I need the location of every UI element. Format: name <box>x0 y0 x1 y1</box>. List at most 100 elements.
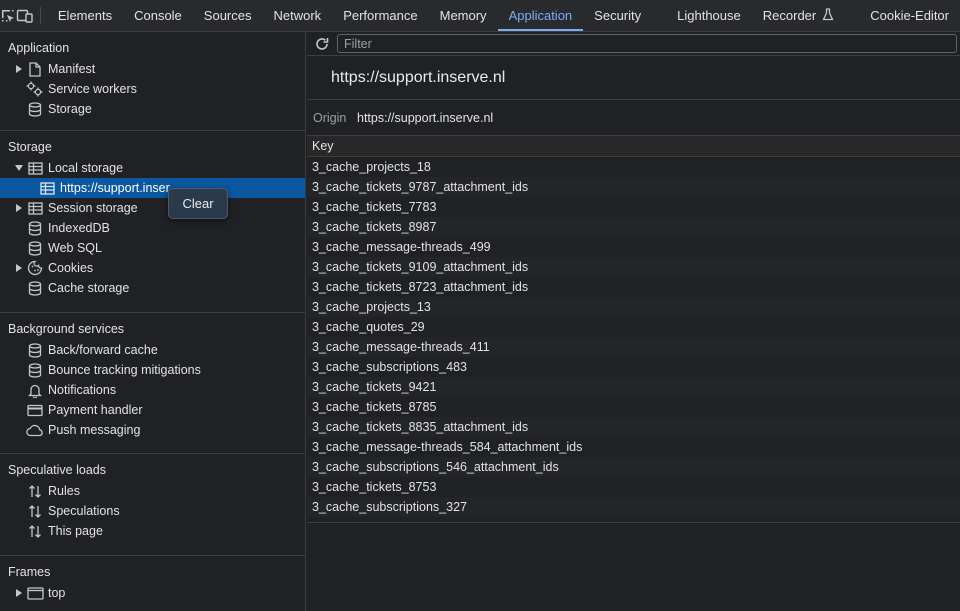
collapse-triangle-icon[interactable] <box>14 165 24 171</box>
sidebar-section-speculative-loads: Speculative loads Rules Speculations Thi… <box>0 454 305 556</box>
table-row[interactable]: 3_cache_tickets_8785 <box>307 397 960 417</box>
table-row[interactable]: 3_cache_tickets_8987 <box>307 217 960 237</box>
tab-label: Lighthouse <box>677 8 741 23</box>
tab-memory[interactable]: Memory <box>429 0 498 31</box>
column-header-key[interactable]: Key <box>307 136 960 157</box>
table-row[interactable]: 3_cache_tickets_9787_attachment_ids <box>307 177 960 197</box>
expand-triangle-icon[interactable] <box>14 589 24 597</box>
sidebar-item-label: Payment handler <box>48 403 143 417</box>
sidebar-item-label: Bounce tracking mitigations <box>48 363 201 377</box>
sidebar-item-label: Back/forward cache <box>48 343 158 357</box>
sidebar-item-label: Cookies <box>48 261 94 275</box>
sidebar-item-session-storage[interactable]: Session storage <box>0 198 305 218</box>
sidebar-item-label: Cache storage <box>48 281 130 295</box>
sidebar-item-manifest[interactable]: Manifest <box>0 59 305 79</box>
sidebar-item-notifications[interactable]: Notifications <box>0 380 305 400</box>
sidebar-item-label: This page <box>48 524 103 538</box>
table-row[interactable]: 3_cache_tickets_7783 <box>307 197 960 217</box>
sidebar-item-service-workers[interactable]: Service workers <box>0 79 305 99</box>
tab-application[interactable]: Application <box>497 0 584 31</box>
origin-heading: https://support.inserve.nl <box>307 56 960 100</box>
sidebar-item-label: top <box>48 586 66 600</box>
sidebar-section-storage: Storage Local storage https://support.in… <box>0 131 305 313</box>
filter-input[interactable] <box>337 34 957 53</box>
arrows-icon <box>26 523 44 539</box>
sidebar-item-label: Manifest <box>48 62 96 76</box>
tab-network[interactable]: Network <box>263 0 333 31</box>
table-row[interactable]: 3_cache_projects_13 <box>307 297 960 317</box>
sidebar-item-local-storage[interactable]: Local storage <box>0 158 305 178</box>
table-icon <box>26 200 44 216</box>
expand-triangle-icon[interactable] <box>14 65 24 73</box>
sidebar-item-push-messaging[interactable]: Push messaging <box>0 420 305 440</box>
sidebar-item-label: IndexedDB <box>48 221 110 235</box>
inspect-element-icon[interactable] <box>0 0 16 32</box>
sidebar-item-cookies[interactable]: Cookies <box>0 258 305 278</box>
sidebar-item-label: Local storage <box>48 161 124 175</box>
sidebar-item-bounce-tracking[interactable]: Bounce tracking mitigations <box>0 360 305 380</box>
tab-lighthouse[interactable]: Lighthouse <box>666 0 752 31</box>
sidebar-item-storage[interactable]: Storage <box>0 99 305 119</box>
table-row[interactable]: 3_cache_tickets_9421 <box>307 377 960 397</box>
table-row[interactable]: 3_cache_quotes_29 <box>307 317 960 337</box>
sidebar-item-payment-handler[interactable]: Payment handler <box>0 400 305 420</box>
device-toolbar-icon[interactable] <box>16 0 34 32</box>
sidebar-item-this-page[interactable]: This page <box>0 521 305 541</box>
sidebar-section-frames: Frames top <box>0 556 305 609</box>
tab-label: Cookie-Editor <box>870 8 949 23</box>
table-row[interactable]: 3_cache_subscriptions_327 <box>307 497 960 517</box>
sidebar-item-web-sql[interactable]: Web SQL <box>0 238 305 258</box>
toolbar-divider <box>40 7 41 24</box>
tab-label: Network <box>273 8 322 23</box>
sidebar-item-speculations[interactable]: Speculations <box>0 501 305 521</box>
tab-cookie-editor[interactable]: Cookie-Editor <box>859 0 960 31</box>
sidebar-item-frame-top[interactable]: top <box>0 583 305 603</box>
table-row[interactable]: 3_cache_tickets_9109_attachment_ids <box>307 257 960 277</box>
document-icon <box>26 61 44 77</box>
bell-icon <box>26 382 44 398</box>
tab-elements[interactable]: Elements <box>47 0 123 31</box>
tab-recorder[interactable]: Recorder <box>752 0 845 31</box>
sidebar-item-indexeddb[interactable]: IndexedDB <box>0 218 305 238</box>
tab-label: Console <box>134 8 182 23</box>
sidebar-item-label: https://support.inser <box>60 181 170 195</box>
table-row[interactable]: 3_cache_message-threads_411 <box>307 337 960 357</box>
cloud-icon <box>26 422 44 438</box>
table-row[interactable]: 3_cache_tickets_8753 <box>307 477 960 497</box>
table-row[interactable]: 3_cache_subscriptions_483 <box>307 357 960 377</box>
tab-label: Security <box>594 8 642 23</box>
tab-performance[interactable]: Performance <box>332 0 428 31</box>
sidebar-section-background-services: Background services Back/forward cache B… <box>0 313 305 454</box>
table-row[interactable]: 3_cache_message-threads_584_attachment_i… <box>307 437 960 457</box>
database-icon <box>26 280 44 296</box>
table-row[interactable]: 3_cache_tickets_8723_attachment_ids <box>307 277 960 297</box>
sidebar-item-label: Service workers <box>48 82 137 96</box>
application-sidebar: Application Manifest Service workers Sto… <box>0 32 306 611</box>
tab-security[interactable]: Security <box>583 0 652 31</box>
sidebar-item-back-forward-cache[interactable]: Back/forward cache <box>0 340 305 360</box>
sidebar-item-local-storage-origin[interactable]: https://support.inser <box>0 178 305 198</box>
clear-tooltip[interactable]: Clear <box>168 188 228 219</box>
expand-triangle-icon[interactable] <box>14 264 24 272</box>
section-title: Application <box>8 41 70 55</box>
section-title: Speculative loads <box>8 463 106 477</box>
table-row[interactable]: 3_cache_tickets_8835_attachment_ids <box>307 417 960 437</box>
sidebar-item-rules[interactable]: Rules <box>0 481 305 501</box>
refresh-icon[interactable] <box>307 32 337 56</box>
sidebar-item-label: Rules <box>48 484 80 498</box>
origin-row: Origin https://support.inserve.nl <box>307 100 960 136</box>
filter-bar <box>307 32 960 56</box>
sidebar-item-label: Speculations <box>48 504 120 518</box>
table-row[interactable]: 3_cache_message-threads_499 <box>307 237 960 257</box>
sidebar-item-cache-storage[interactable]: Cache storage <box>0 278 305 298</box>
tab-label: Application <box>508 8 573 23</box>
expand-triangle-icon[interactable] <box>14 204 24 212</box>
database-icon <box>26 362 44 378</box>
database-icon <box>26 240 44 256</box>
table-row[interactable]: 3_cache_subscriptions_546_attachment_ids <box>307 457 960 477</box>
frame-icon <box>26 585 44 601</box>
tab-console[interactable]: Console <box>123 0 193 31</box>
tab-sources[interactable]: Sources <box>193 0 263 31</box>
table-row[interactable]: 3_cache_projects_18 <box>307 157 960 177</box>
tab-label: Sources <box>203 8 252 23</box>
